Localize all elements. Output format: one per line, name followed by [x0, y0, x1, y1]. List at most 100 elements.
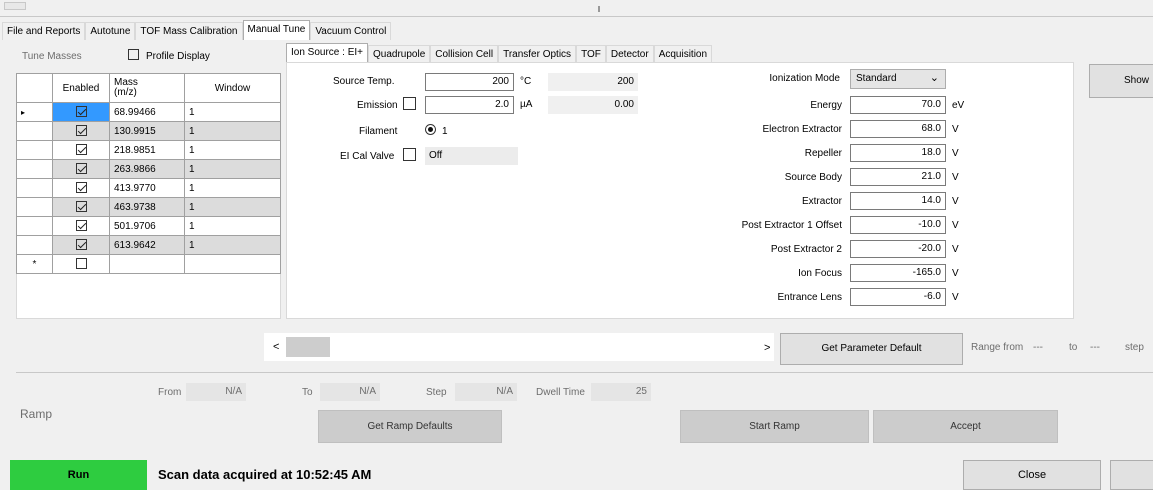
- tab-tof[interactable]: TOF: [576, 45, 606, 63]
- mass-cell[interactable]: 413.9770: [109, 178, 185, 198]
- tab-acquisition[interactable]: Acquisition: [653, 45, 713, 63]
- post-extractor-2-input[interactable]: -20.0: [850, 240, 946, 258]
- ei-cal-valve-checkbox[interactable]: [403, 148, 416, 164]
- start-ramp-button[interactable]: Start Ramp: [680, 410, 869, 443]
- horizontal-scrollbar[interactable]: <: [264, 333, 774, 361]
- enabled-cell[interactable]: [52, 197, 110, 217]
- post-extractor-1-offset-input[interactable]: -10.0: [850, 216, 946, 234]
- table-row[interactable]: 463.9738 1: [16, 197, 281, 217]
- enabled-cell[interactable]: [52, 102, 110, 122]
- enabled-checkbox[interactable]: [75, 125, 87, 137]
- enabled-cell[interactable]: [52, 254, 110, 274]
- enabled-cell[interactable]: [52, 178, 110, 198]
- checkbox-box[interactable]: [128, 49, 139, 60]
- window-cell[interactable]: 1: [184, 140, 281, 160]
- mass-cell[interactable]: 501.9706: [109, 216, 185, 236]
- ionization-mode-label: Ionization Mode: [769, 73, 840, 84]
- enabled-cell[interactable]: [52, 235, 110, 255]
- mass-cell[interactable]: 263.9866: [109, 159, 185, 179]
- source-body-input[interactable]: 21.0: [850, 168, 946, 186]
- enabled-checkbox[interactable]: [75, 258, 87, 270]
- profile-display-checkbox[interactable]: [128, 49, 139, 60]
- tab-detector[interactable]: Detector: [605, 45, 654, 63]
- tab-vacuum-control[interactable]: Vacuum Control: [310, 22, 392, 40]
- tab-transfer-optics[interactable]: Transfer Optics: [498, 45, 577, 63]
- tab-tof-mass-calibration[interactable]: TOF Mass Calibration: [135, 22, 243, 40]
- window-cell[interactable]: 1: [184, 216, 281, 236]
- col-header-mass[interactable]: Mass (m/z): [109, 73, 185, 103]
- filament-radio[interactable]: [425, 124, 436, 135]
- window-cell[interactable]: 1: [184, 121, 281, 141]
- enabled-checkbox[interactable]: [75, 220, 87, 232]
- table-row[interactable]: 613.9642 1: [16, 235, 281, 255]
- extra-button[interactable]: [1110, 460, 1153, 490]
- ramp-to-input[interactable]: N/A: [320, 383, 380, 401]
- table-row[interactable]: 413.9770 1: [16, 178, 281, 198]
- table-row[interactable]: 263.9866 1: [16, 159, 281, 179]
- enabled-checkbox[interactable]: [75, 163, 87, 175]
- window-cell[interactable]: [184, 254, 281, 274]
- ionization-mode-select[interactable]: Standard ⌄: [850, 69, 946, 89]
- ramp-from-input[interactable]: N/A: [186, 383, 246, 401]
- show-button[interactable]: Show: [1089, 64, 1153, 98]
- run-button[interactable]: Run: [10, 460, 147, 490]
- energy-input[interactable]: 70.0: [850, 96, 946, 114]
- tab-manual-tune[interactable]: Manual Tune: [242, 20, 311, 40]
- table-row[interactable]: 218.9851 1: [16, 140, 281, 160]
- window-cell[interactable]: 1: [184, 197, 281, 217]
- emission-input[interactable]: 2.0: [425, 96, 514, 114]
- emission-checkbox[interactable]: [403, 97, 416, 113]
- get-ramp-defaults-button[interactable]: Get Ramp Defaults: [318, 410, 502, 443]
- mass-cell[interactable]: 613.9642: [109, 235, 185, 255]
- mass-cell[interactable]: 68.99466: [109, 102, 185, 122]
- tab-autotune[interactable]: Autotune: [85, 22, 136, 40]
- source-temp-input[interactable]: 200: [425, 73, 514, 91]
- mass-cell[interactable]: [109, 254, 185, 274]
- enabled-cell[interactable]: [52, 159, 110, 179]
- repeller-input[interactable]: 18.0: [850, 144, 946, 162]
- scroll-right-icon[interactable]: >: [764, 342, 770, 354]
- table-row[interactable]: 501.9706 1: [16, 216, 281, 236]
- tab-collision-cell[interactable]: Collision Cell: [430, 45, 499, 63]
- enabled-checkbox[interactable]: [75, 201, 87, 213]
- ramp-step-input[interactable]: N/A: [455, 383, 517, 401]
- get-parameter-default-button[interactable]: Get Parameter Default: [780, 333, 963, 365]
- entrance-lens-input[interactable]: -6.0: [850, 288, 946, 306]
- accept-button[interactable]: Accept: [873, 410, 1058, 443]
- enabled-cell[interactable]: [52, 121, 110, 141]
- window-control-block[interactable]: [4, 2, 26, 10]
- enabled-cell[interactable]: [52, 216, 110, 236]
- enabled-checkbox[interactable]: [75, 144, 87, 156]
- mass-cell[interactable]: 218.9851: [109, 140, 185, 160]
- checkbox-box[interactable]: [403, 97, 416, 110]
- tune-masses-table[interactable]: Enabled Mass (m/z) Window ▸ 68.99466 1 13…: [16, 73, 281, 274]
- table-row[interactable]: ▸ 68.99466 1: [16, 102, 281, 122]
- window-cell[interactable]: 1: [184, 178, 281, 198]
- tab-file-and-reports[interactable]: File and Reports: [2, 22, 86, 40]
- new-row[interactable]: *: [16, 254, 281, 274]
- splitter-handle[interactable]: [598, 6, 600, 12]
- table-row[interactable]: 130.9915 1: [16, 121, 281, 141]
- checkbox-box[interactable]: [403, 148, 416, 161]
- col-header-enabled[interactable]: Enabled: [52, 73, 110, 103]
- col-header-window[interactable]: Window: [184, 73, 281, 103]
- enabled-checkbox[interactable]: [75, 106, 87, 118]
- electron-extractor-input[interactable]: 68.0: [850, 120, 946, 138]
- tab-quadrupole[interactable]: Quadrupole: [368, 45, 431, 63]
- window-cell[interactable]: 1: [184, 235, 281, 255]
- mass-cell[interactable]: 130.9915: [109, 121, 185, 141]
- tab-ion-source[interactable]: Ion Source : EI+: [286, 43, 368, 63]
- radio-dot-icon[interactable]: [425, 124, 436, 135]
- enabled-checkbox[interactable]: [75, 182, 87, 194]
- scroll-left-icon[interactable]: <: [273, 341, 279, 353]
- scrollbar-thumb[interactable]: [286, 337, 330, 357]
- ion-focus-input[interactable]: -165.0: [850, 264, 946, 282]
- ramp-dwell-input[interactable]: 25: [591, 383, 651, 401]
- extractor-input[interactable]: 14.0: [850, 192, 946, 210]
- window-cell[interactable]: 1: [184, 102, 281, 122]
- close-button[interactable]: Close: [963, 460, 1101, 490]
- enabled-checkbox[interactable]: [75, 239, 87, 251]
- enabled-cell[interactable]: [52, 140, 110, 160]
- window-cell[interactable]: 1: [184, 159, 281, 179]
- mass-cell[interactable]: 463.9738: [109, 197, 185, 217]
